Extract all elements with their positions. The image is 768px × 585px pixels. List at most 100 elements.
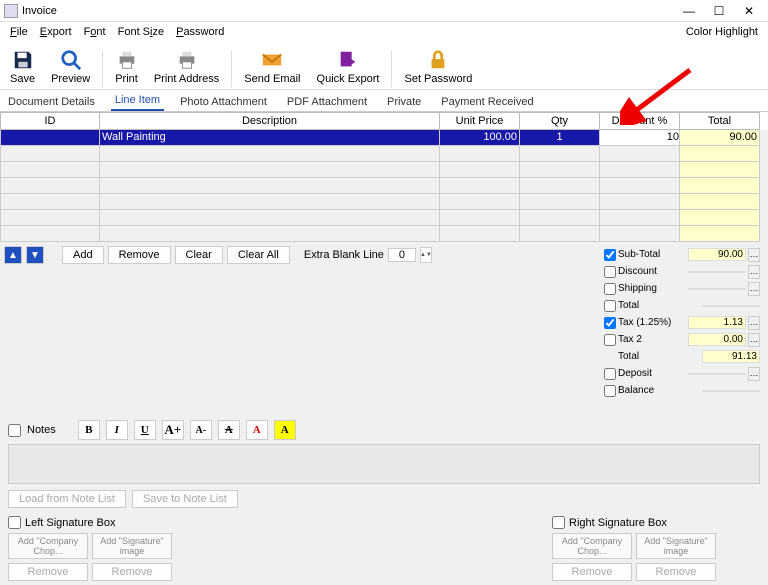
tax1-check[interactable]	[604, 317, 616, 329]
col-id[interactable]: ID	[0, 112, 100, 130]
highlight-button[interactable]: A	[274, 420, 296, 440]
col-description[interactable]: Description	[100, 112, 440, 130]
balance-check[interactable]	[604, 385, 616, 397]
tax2-check[interactable]	[604, 334, 616, 346]
subtotal-more[interactable]: …	[748, 248, 760, 262]
tab-line-item[interactable]: Line Item	[111, 91, 164, 111]
set-password-label: Set Password	[404, 73, 472, 85]
col-total[interactable]: Total	[680, 112, 760, 130]
preview-label: Preview	[51, 73, 90, 85]
discount-input[interactable]	[600, 131, 679, 143]
grid-row-empty[interactable]	[0, 194, 768, 210]
color-highlight[interactable]: Color Highlight	[686, 26, 764, 38]
remove-button[interactable]: Remove	[108, 246, 171, 264]
cell-discount[interactable]	[600, 130, 680, 146]
menu-font[interactable]: Font	[78, 26, 112, 38]
menu-password[interactable]: Password	[170, 26, 230, 38]
print-label: Print	[115, 73, 138, 85]
col-discount[interactable]: Discount %	[600, 112, 680, 130]
font-decrease-button[interactable]: A-	[190, 420, 212, 440]
deposit-row: Deposit…	[604, 365, 760, 382]
load-note-button[interactable]: Load from Note List	[8, 490, 126, 508]
quick-export-button[interactable]: Quick Export	[311, 47, 386, 87]
left-sig-remove[interactable]: Remove	[92, 563, 172, 581]
cell-total[interactable]: 90.00	[680, 130, 760, 146]
left-sig-check[interactable]	[8, 516, 21, 529]
strikethrough-button[interactable]: A	[218, 420, 240, 440]
grid-row-1[interactable]: Wall Painting 100.00 1 90.00	[0, 130, 768, 146]
underline-button[interactable]: U	[134, 420, 156, 440]
right-sig-button[interactable]: Add "Signature" image	[636, 533, 716, 559]
clear-button[interactable]: Clear	[175, 246, 223, 264]
tab-payment-received[interactable]: Payment Received	[437, 93, 537, 111]
left-signature-box: Left Signature Box Add "Company Chop... …	[8, 516, 172, 581]
bold-button[interactable]: B	[78, 420, 100, 440]
cell-id[interactable]	[0, 130, 100, 146]
col-qty[interactable]: Qty	[520, 112, 600, 130]
extra-blank-spinner[interactable]: ▲▼	[420, 247, 432, 263]
save-button[interactable]: Save	[4, 47, 41, 87]
grid-row-empty[interactable]	[0, 210, 768, 226]
menu-export[interactable]: Export	[34, 26, 78, 38]
maximize-button[interactable]: ☐	[704, 4, 734, 18]
shipping-check[interactable]	[604, 283, 616, 295]
col-unit-price[interactable]: Unit Price	[440, 112, 520, 130]
left-chop-button[interactable]: Add "Company Chop...	[8, 533, 88, 559]
extra-blank-input[interactable]	[388, 248, 416, 262]
move-down-button[interactable]: ▼	[26, 246, 44, 264]
right-chop-button[interactable]: Add "Company Chop...	[552, 533, 632, 559]
font-color-button[interactable]: A	[246, 420, 268, 440]
cell-description[interactable]: Wall Painting	[100, 130, 440, 146]
subtotal-row: Sub-Total90.00…	[604, 246, 760, 263]
close-button[interactable]: ✕	[734, 4, 764, 18]
add-button[interactable]: Add	[62, 246, 104, 264]
notes-check[interactable]	[8, 424, 21, 437]
tax1-more[interactable]: …	[748, 316, 760, 330]
cell-unit-price[interactable]: 100.00	[440, 130, 520, 146]
cell-qty[interactable]: 1	[520, 130, 600, 146]
menu-file[interactable]: File	[4, 26, 34, 38]
tab-document-details[interactable]: Document Details	[4, 93, 99, 111]
total1-check[interactable]	[604, 300, 616, 312]
tax2-more[interactable]: …	[748, 333, 760, 347]
preview-button[interactable]: Preview	[45, 47, 96, 87]
left-chop-remove[interactable]: Remove	[8, 563, 88, 581]
clear-all-button[interactable]: Clear All	[227, 246, 290, 264]
move-up-button[interactable]: ▲	[4, 246, 22, 264]
extra-blank-label: Extra Blank Line	[304, 249, 384, 261]
balance-value	[702, 390, 760, 392]
save-icon	[12, 49, 34, 71]
left-sig-button[interactable]: Add "Signature" image	[92, 533, 172, 559]
send-email-button[interactable]: Send Email	[238, 47, 306, 87]
shipping-value	[688, 288, 746, 290]
discount-check[interactable]	[604, 266, 616, 278]
set-password-button[interactable]: Set Password	[398, 47, 478, 87]
tab-private[interactable]: Private	[383, 93, 425, 111]
grid-row-empty[interactable]	[0, 146, 768, 162]
tax1-row: Tax (1.25%)1.13…	[604, 314, 760, 331]
italic-button[interactable]: I	[106, 420, 128, 440]
tab-photo-attachment[interactable]: Photo Attachment	[176, 93, 271, 111]
tax1-value: 1.13	[688, 316, 746, 329]
save-note-button[interactable]: Save to Note List	[132, 490, 238, 508]
deposit-more[interactable]: …	[748, 367, 760, 381]
shipping-more[interactable]: …	[748, 282, 760, 296]
right-chop-remove[interactable]: Remove	[552, 563, 632, 581]
right-sig-check[interactable]	[552, 516, 565, 529]
deposit-check[interactable]	[604, 368, 616, 380]
subtotal-check[interactable]	[604, 249, 616, 261]
tab-pdf-attachment[interactable]: PDF Attachment	[283, 93, 371, 111]
print-button[interactable]: Print	[109, 47, 144, 87]
menu-fontsize[interactable]: Font Size	[112, 26, 170, 38]
discount-more[interactable]: …	[748, 265, 760, 279]
grid-row-empty[interactable]	[0, 178, 768, 194]
grid-row-empty[interactable]	[0, 162, 768, 178]
line-item-grid: ID Description Unit Price Qty Discount %…	[0, 112, 768, 242]
minimize-button[interactable]: —	[674, 4, 704, 18]
right-sig-remove[interactable]: Remove	[636, 563, 716, 581]
font-increase-button[interactable]: A+	[162, 420, 184, 440]
notes-textarea[interactable]	[8, 444, 760, 484]
print-address-button[interactable]: Print Address	[148, 47, 225, 87]
grid-row-empty[interactable]	[0, 226, 768, 242]
shipping-row: Shipping…	[604, 280, 760, 297]
